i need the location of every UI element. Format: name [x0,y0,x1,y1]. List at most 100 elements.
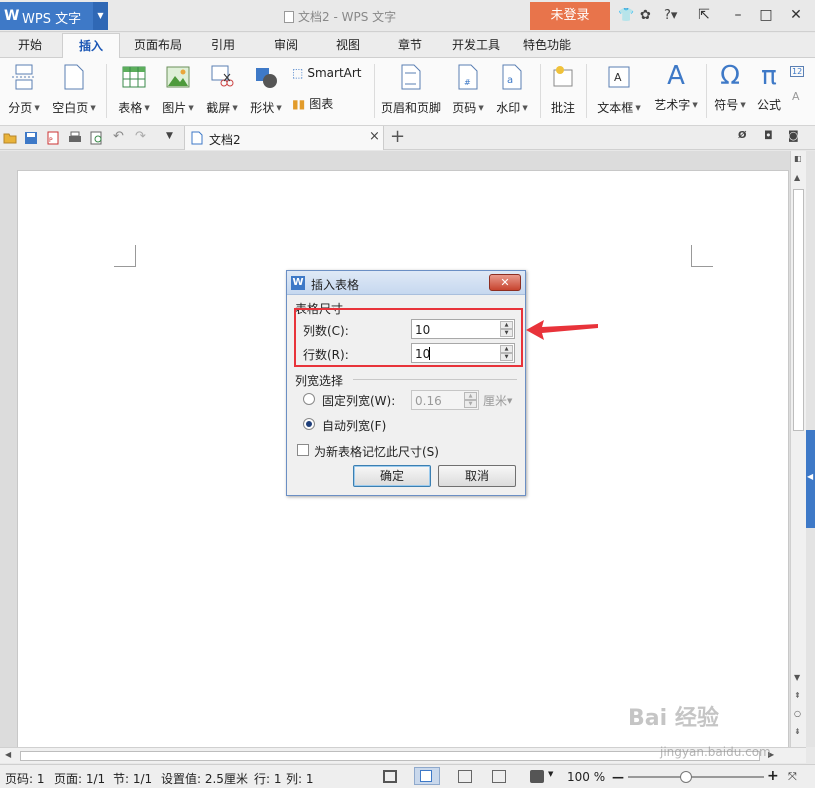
undo-icon[interactable]: ↶ [113,129,127,144]
prev-page-icon[interactable]: ⇞ [794,691,801,700]
textbox-button[interactable]: A 文本框 ▼ [594,64,644,116]
close-doc-icon[interactable]: ◙ [788,129,802,143]
web-view-icon[interactable] [492,770,506,783]
zoom-level[interactable]: 100 % [567,770,605,784]
zoom-out-button[interactable]: — [612,770,624,784]
skin-icon[interactable]: 👕 [618,8,634,23]
minimize-button[interactable]: – [728,6,748,24]
watermark-button[interactable]: a 水印 ▼ [492,64,532,116]
zoom-slider[interactable] [628,771,764,783]
dialog-title-bar[interactable]: W 插入表格 ✕ [287,271,525,295]
wordart-button[interactable]: A 艺术字 ▼ [648,62,704,113]
ok-button[interactable]: 确定 [353,465,431,487]
new-tab-button[interactable]: + [390,127,405,147]
redo-icon[interactable]: ↷ [135,129,149,144]
zoom-in-button[interactable]: + [767,768,779,784]
horizontal-scroll-thumb[interactable] [20,751,760,761]
open-folder-icon[interactable] [3,131,17,145]
tab-start[interactable]: 开始 [0,33,60,58]
baidu-watermark-url: jingyan.baidu.com [660,745,771,759]
app-menu-button[interactable]: W WPS 文字 ▼ [0,2,108,30]
view-dropdown-icon[interactable]: ▼ [548,770,553,778]
screenshot-button[interactable]: 截屏 ▼ [202,64,242,116]
restore-ribbon-icon[interactable]: ⇱ [694,6,714,24]
next-page-icon[interactable]: ⇟ [794,727,801,736]
close-window-button[interactable]: ✕ [786,6,806,24]
fixed-width-label: 固定列宽(W): [322,394,396,408]
reading-view-icon[interactable] [530,770,544,783]
tab-insert[interactable]: 插入 [62,33,120,59]
smartart-button[interactable]: ⬚ SmartArt [292,66,362,80]
tab-references[interactable]: 引用 [196,33,250,58]
help-icon[interactable]: ?▾ [664,8,677,23]
fixed-width-spinner[interactable]: 0.16 ▲ ▼ [411,390,479,410]
print-preview-icon[interactable] [90,131,104,145]
maximize-button[interactable]: □ [756,6,776,24]
chart-button[interactable]: ▮▮ 图表 [292,95,333,112]
outline-view-icon[interactable] [458,770,472,783]
document-tab-label: 文档2 [209,133,241,147]
formula-button[interactable]: π 公式 [752,62,786,113]
pi-icon: π [761,61,777,91]
tab-review[interactable]: 审阅 [258,33,314,58]
fixed-width-radio[interactable] [303,393,315,405]
svg-text:P: P [49,137,53,144]
full-screen-icon[interactable] [383,770,397,783]
doc-nav-icon[interactable]: Ø [738,130,752,144]
document-tab[interactable]: 文档2 × [184,126,384,150]
cancel-button[interactable]: 取消 [438,465,516,487]
tab-page-layout[interactable]: 页面布局 [124,33,192,58]
login-button[interactable]: 未登录 [530,2,610,30]
fixed-width-decrement-button[interactable]: ▼ [464,400,477,408]
status-column: 列: 1 [286,772,314,786]
zoom-slider-thumb[interactable] [680,771,693,783]
tab-special-features[interactable]: 特色功能 [516,33,578,58]
scroll-left-icon[interactable]: ◀ [5,750,11,759]
remember-size-checkbox[interactable] [297,444,309,456]
select-browse-icon[interactable]: ○ [794,709,801,718]
tab-view[interactable]: 视图 [320,33,376,58]
customize-dropdown-icon[interactable]: ▼ [166,131,180,145]
drop-cap-icon[interactable]: A [792,90,800,103]
restore-doc-icon[interactable]: ◘ [764,129,778,143]
table-button[interactable]: 表格 ▼ [114,64,154,116]
numbering-icon[interactable]: 12 [790,66,805,77]
vertical-scrollbar[interactable]: ◧ ▲ ▼ ⇞ ○ ⇟ [790,151,806,747]
comment-label: 批注 [550,101,575,115]
print-icon[interactable] [68,131,82,145]
page-number-icon: # [458,64,478,90]
document-icon [284,11,294,23]
close-tab-icon[interactable]: × [369,129,380,144]
comment-icon [553,66,573,87]
page-number-button[interactable]: # 页码 ▼ [448,64,488,116]
symbol-label: 符号 [714,98,739,112]
scroll-up-icon[interactable]: ▲ [794,173,800,182]
feedback-icon[interactable]: ✿ [640,8,651,23]
status-page-number: 页码: 1 [5,772,45,786]
dialog-title: 插入表格 [311,278,360,292]
auto-width-radio[interactable] [303,418,315,430]
picture-button[interactable]: 图片 ▼ [158,64,198,116]
fixed-width-increment-button[interactable]: ▲ [464,392,477,400]
export-pdf-icon[interactable]: P [46,131,60,145]
header-footer-button[interactable]: 页眉和页脚 [380,64,442,116]
tab-developer[interactable]: 开发工具 [444,33,508,58]
symbol-button[interactable]: Ω 符号 ▼ [710,62,750,113]
task-pane-toggle[interactable]: ◀ [806,430,815,528]
ribbon-separator [540,64,541,118]
blank-page-button[interactable]: 空白页 ▼ [48,64,100,116]
tab-chapter[interactable]: 章节 [382,33,438,58]
shape-button[interactable]: 形状 ▼ [246,64,286,116]
width-unit-select[interactable]: 厘米▼ [483,392,512,409]
scroll-down-icon[interactable]: ▼ [794,673,800,682]
ribbon-separator [586,64,587,118]
save-icon[interactable] [24,131,38,145]
dialog-close-button[interactable]: ✕ [489,274,521,291]
fit-window-icon[interactable]: ⤧ [788,770,797,784]
page-break-button[interactable]: 分页 ▼ [4,64,44,116]
comment-button[interactable]: 批注 [546,64,580,116]
split-view-icon[interactable]: ◧ [794,154,802,163]
ribbon-tabs: 开始 插入 页面布局 引用 审阅 视图 章节 开发工具 特色功能 [0,33,815,59]
app-menu-dropdown-icon[interactable]: ▼ [93,2,108,30]
vertical-scroll-thumb[interactable] [793,189,804,431]
